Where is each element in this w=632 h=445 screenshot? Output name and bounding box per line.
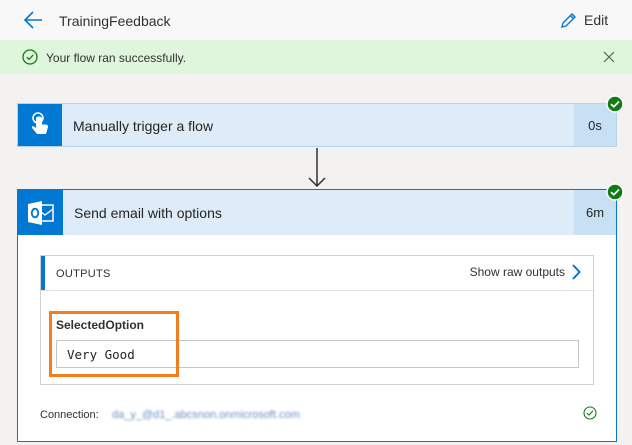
show-raw-outputs-link[interactable]: Show raw outputs [470,264,581,280]
trigger-step-card[interactable]: Manually trigger a flow 0s [17,103,617,147]
outputs-header: OUTPUTS Show raw outputs [41,256,593,291]
pencil-icon [561,12,576,28]
trigger-step-label: Manually trigger a flow [73,118,214,134]
show-raw-outputs-label: Show raw outputs [469,265,565,279]
connection-label: Connection: [40,409,99,421]
touch-hand-icon [18,104,62,146]
outputs-panel: OUTPUTS Show raw outputs SelectedOption … [40,255,594,385]
outputs-accent-bar [41,256,45,290]
email-success-icon [606,183,624,201]
email-step-card[interactable]: Send email with options 6m OUTPUTS Show … [17,189,617,442]
connection-value: da_y_@d1_.abcsnon.onmicrosoft.com [112,409,300,421]
email-step-label: Send email with options [74,205,222,221]
connection-ok-icon [583,406,597,420]
outlook-icon [18,190,63,235]
banner-message: Your flow ran successfully. [46,51,187,65]
outputs-title: OUTPUTS [56,268,111,280]
connector-arrow [308,148,326,188]
output-field-value: Very Good [67,347,135,362]
success-check-icon [22,49,38,65]
email-step-header[interactable]: Send email with options 6m [18,190,616,235]
chevron-right-icon [572,264,581,280]
output-field-name: SelectedOption [56,318,145,332]
close-icon[interactable] [603,51,615,63]
back-arrow-icon[interactable] [22,9,44,31]
output-field-value-box: Very Good [56,340,579,368]
success-banner: Your flow ran successfully. [0,40,632,74]
flow-title: TrainingFeedback [59,13,171,29]
edit-button[interactable]: Edit [560,10,608,30]
trigger-success-icon [606,95,624,113]
top-bar: TrainingFeedback Edit [0,0,632,40]
edit-label: Edit [584,12,609,28]
